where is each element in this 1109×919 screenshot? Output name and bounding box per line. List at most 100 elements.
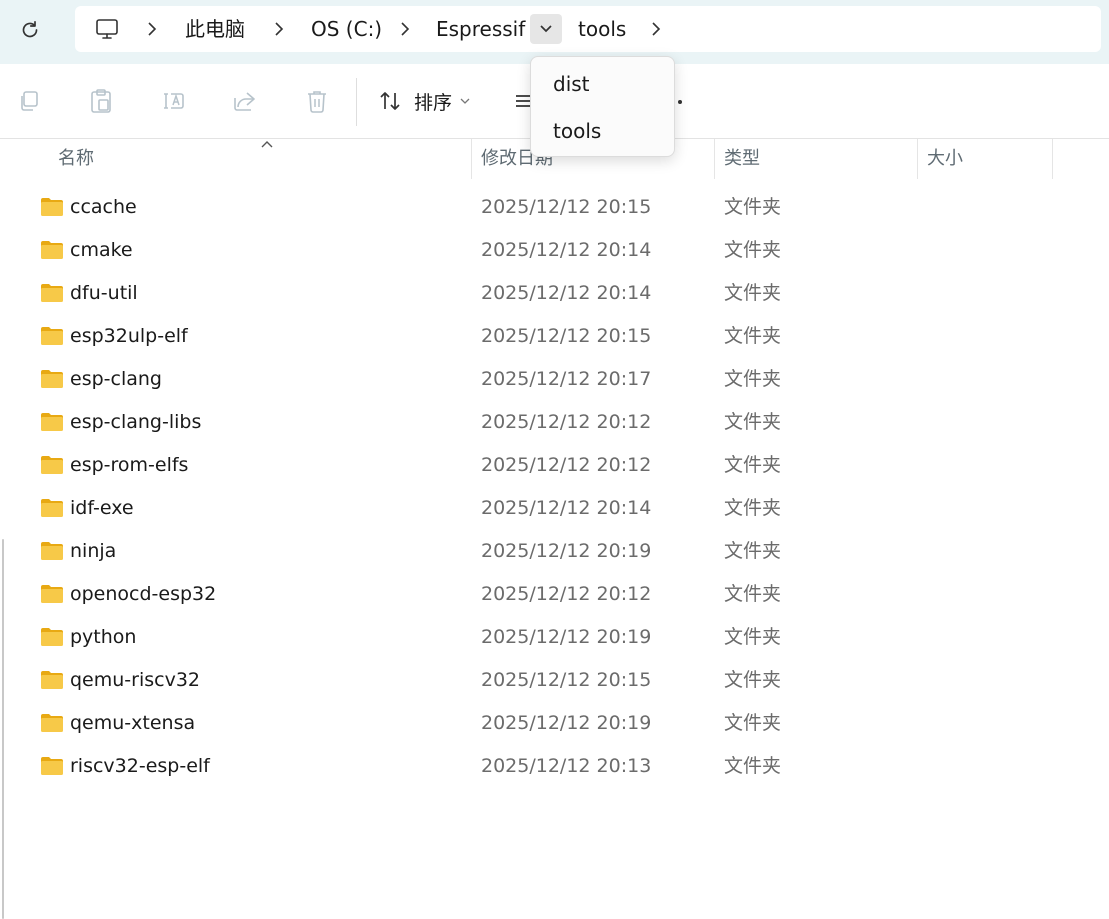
scrollbar[interactable] [2, 539, 4, 919]
file-list: ccache 2025/12/12 20:15 文件夹 cmake 2025/12/12… [10, 186, 1109, 788]
file-date-modified: 2025/12/12 20:12 [481, 583, 652, 605]
folder-icon [40, 670, 64, 690]
folder-icon [40, 584, 64, 604]
file-row[interactable]: ninja 2025/12/12 20:19 文件夹 [10, 530, 1109, 573]
this-pc-icon[interactable] [95, 17, 119, 45]
file-date-modified: 2025/12/12 20:19 [481, 712, 652, 734]
file-type: 文件夹 [724, 411, 782, 433]
file-type: 文件夹 [724, 540, 782, 562]
file-name: ccache [70, 196, 137, 218]
paste-icon[interactable] [88, 88, 114, 114]
file-name: python [70, 626, 137, 648]
file-row[interactable]: qemu-riscv32 2025/12/12 20:15 文件夹 [10, 659, 1109, 702]
file-name: esp-rom-elfs [70, 454, 189, 476]
file-name: riscv32-esp-elf [70, 755, 210, 777]
file-name: openocd-esp32 [70, 583, 217, 605]
file-row[interactable]: esp-clang-libs 2025/12/12 20:12 文件夹 [10, 401, 1109, 444]
file-type: 文件夹 [724, 239, 782, 261]
file-name: dfu-util [70, 282, 138, 304]
address-bar[interactable]: 此电脑 OS (C:) Espressif tools [75, 6, 1101, 52]
delete-icon[interactable] [304, 88, 330, 114]
file-date-modified: 2025/12/12 20:15 [481, 196, 652, 218]
breadcrumb-espressif[interactable]: Espressif [436, 6, 525, 52]
file-type: 文件夹 [724, 454, 782, 476]
breadcrumb-dropdown-button[interactable] [530, 14, 562, 44]
file-row[interactable]: riscv32-esp-elf 2025/12/12 20:13 文件夹 [10, 745, 1109, 788]
file-name: esp32ulp-elf [70, 325, 188, 347]
file-row[interactable]: esp32ulp-elf 2025/12/12 20:15 文件夹 [10, 315, 1109, 358]
menu-item-dist[interactable]: dist [531, 61, 674, 107]
address-bar-strip: 此电脑 OS (C:) Espressif tools [0, 0, 1109, 64]
file-row[interactable]: qemu-xtensa 2025/12/12 20:19 文件夹 [10, 702, 1109, 745]
folder-icon [40, 326, 64, 346]
file-row[interactable]: esp-rom-elfs 2025/12/12 20:12 文件夹 [10, 444, 1109, 487]
file-type: 文件夹 [724, 497, 782, 519]
column-divider[interactable] [714, 139, 715, 179]
column-divider[interactable] [1052, 139, 1053, 179]
breadcrumb-separator-icon[interactable] [143, 20, 161, 38]
folder-icon [40, 498, 64, 518]
refresh-button[interactable] [14, 14, 46, 46]
column-size[interactable]: 大小 [927, 139, 963, 179]
file-row[interactable]: esp-clang 2025/12/12 20:17 文件夹 [10, 358, 1109, 401]
column-type[interactable]: 类型 [724, 139, 760, 179]
file-row[interactable]: ccache 2025/12/12 20:15 文件夹 [10, 186, 1109, 229]
folder-icon [40, 541, 64, 561]
file-date-modified: 2025/12/12 20:13 [481, 755, 652, 777]
file-type: 文件夹 [724, 325, 782, 347]
folder-icon [40, 283, 64, 303]
breadcrumb-separator-icon[interactable] [647, 20, 665, 38]
file-row[interactable]: idf-exe 2025/12/12 20:14 文件夹 [10, 487, 1109, 530]
file-type: 文件夹 [724, 196, 782, 218]
file-name: cmake [70, 239, 133, 261]
refresh-icon [22, 20, 38, 38]
column-divider[interactable] [471, 139, 472, 179]
column-divider[interactable] [917, 139, 918, 179]
breadcrumb-this-pc[interactable]: 此电脑 [185, 6, 245, 52]
file-type: 文件夹 [724, 755, 782, 777]
file-name: qemu-riscv32 [70, 669, 201, 691]
folder-icon [40, 627, 64, 647]
folder-icon [40, 713, 64, 733]
file-date-modified: 2025/12/12 20:19 [481, 540, 652, 562]
copy-icon[interactable] [16, 88, 42, 114]
chevron-down-icon [540, 25, 552, 33]
file-date-modified: 2025/12/12 20:14 [481, 282, 652, 304]
breadcrumb-os-drive[interactable]: OS (C:) [311, 6, 382, 52]
sort-button[interactable]: 排序 [378, 82, 470, 120]
sort-label: 排序 [414, 91, 453, 114]
sort-ascending-caret-icon [261, 141, 273, 148]
file-type: 文件夹 [724, 368, 782, 390]
file-date-modified: 2025/12/12 20:15 [481, 325, 652, 347]
file-type: 文件夹 [724, 712, 782, 734]
file-date-modified: 2025/12/12 20:12 [481, 411, 652, 433]
file-name: esp-clang-libs [70, 411, 202, 433]
file-date-modified: 2025/12/12 20:19 [481, 626, 652, 648]
folder-icon [40, 412, 64, 432]
toolbar-divider [356, 78, 357, 126]
menu-item-tools[interactable]: tools [531, 108, 674, 154]
file-row[interactable]: python 2025/12/12 20:19 文件夹 [10, 616, 1109, 659]
chevron-down-icon [460, 98, 470, 104]
file-date-modified: 2025/12/12 20:14 [481, 497, 652, 519]
breadcrumb-dropdown-menu: dist tools [530, 56, 675, 157]
file-row[interactable]: openocd-esp32 2025/12/12 20:12 文件夹 [10, 573, 1109, 616]
column-name[interactable]: 名称 [58, 139, 94, 179]
file-name: idf-exe [70, 497, 134, 519]
folder-icon [40, 455, 64, 475]
file-name: qemu-xtensa [70, 712, 196, 734]
folder-icon [40, 369, 64, 389]
file-row[interactable]: dfu-util 2025/12/12 20:14 文件夹 [10, 272, 1109, 315]
folder-icon [40, 197, 64, 217]
rename-icon[interactable] [160, 88, 186, 114]
file-type: 文件夹 [724, 669, 782, 691]
breadcrumb-separator-icon[interactable] [270, 20, 288, 38]
breadcrumb-separator-icon[interactable] [396, 20, 414, 38]
file-date-modified: 2025/12/12 20:12 [481, 454, 652, 476]
file-date-modified: 2025/12/12 20:14 [481, 239, 652, 261]
share-icon[interactable] [232, 88, 258, 114]
file-row[interactable]: cmake 2025/12/12 20:14 文件夹 [10, 229, 1109, 272]
breadcrumb-tools[interactable]: tools [578, 6, 626, 52]
navigation-pane-edge [0, 139, 10, 919]
folder-icon [40, 756, 64, 776]
